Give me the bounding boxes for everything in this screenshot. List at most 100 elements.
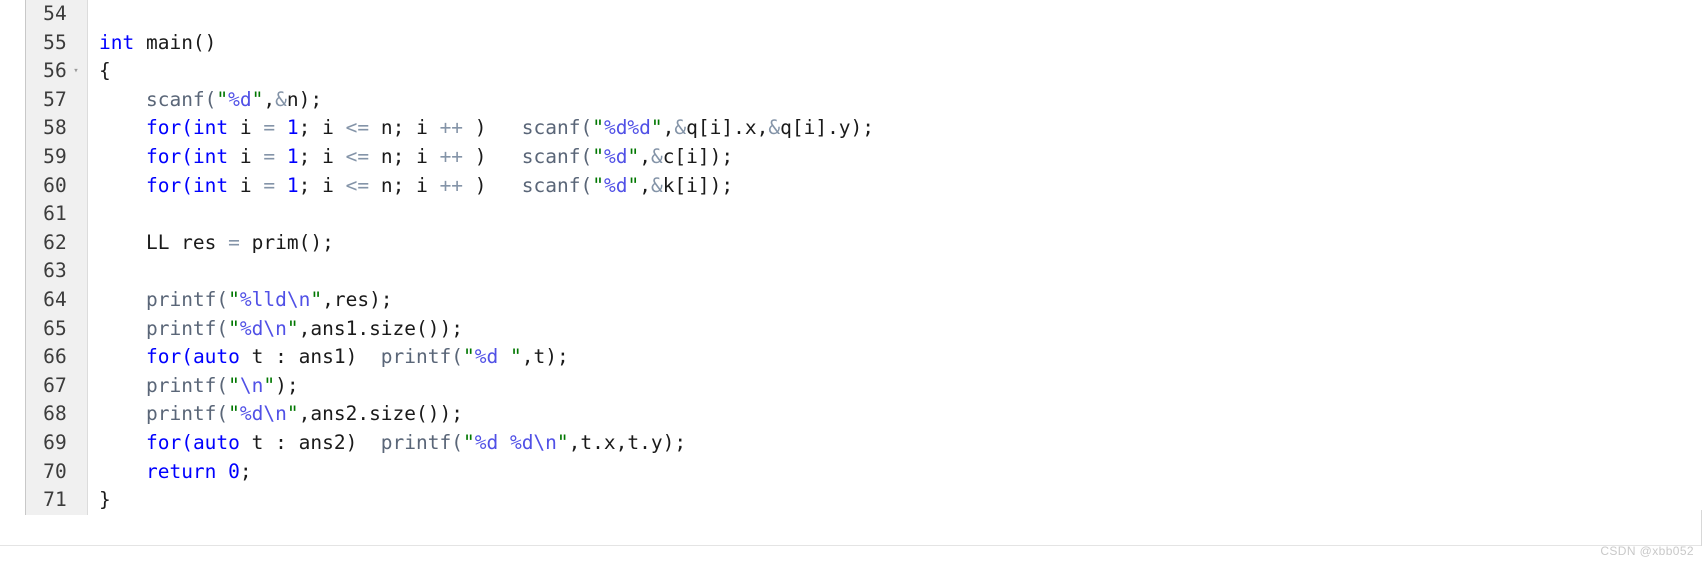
gutter-row[interactable]: 66	[26, 343, 87, 372]
code-token: %d%d	[603, 116, 651, 140]
line-number: 57	[43, 87, 67, 111]
gutter-row[interactable]: 69	[26, 429, 87, 458]
code-line[interactable]: printf("\n");	[99, 372, 1702, 401]
code-token: =	[263, 144, 276, 168]
code-token: );	[275, 373, 299, 397]
code-line[interactable]: int main()	[99, 29, 1702, 58]
code-line[interactable]: for(int i = 1; i <= n; i ++ ) scanf("%d"…	[99, 172, 1702, 201]
gutter-row[interactable]: 61	[26, 200, 87, 229]
code-token: "	[228, 316, 240, 340]
code-token: printf(	[145, 316, 229, 340]
line-number: 68	[43, 402, 67, 426]
line-number: 70	[43, 459, 67, 483]
code-token: for(	[145, 345, 193, 369]
gutter-row[interactable]: 62	[26, 229, 87, 258]
line-number: 69	[43, 430, 67, 454]
code-line[interactable]: for(int i = 1; i <= n; i ++ ) scanf("%d"…	[99, 143, 1702, 172]
code-token: printf(	[145, 373, 229, 397]
code-token: for(	[145, 116, 193, 140]
code-token: "	[228, 287, 240, 311]
code-token: printf(	[380, 345, 463, 369]
gutter-row[interactable]: 70	[26, 458, 87, 487]
fold-collapse-icon[interactable]: ▾	[69, 66, 83, 76]
code-token: q[i].x,	[686, 116, 769, 140]
gutter-row[interactable]: 54	[26, 0, 87, 29]
code-line[interactable]: LL res = prim();	[99, 229, 1702, 258]
code-token: "	[462, 430, 475, 454]
line-number: 56	[43, 59, 67, 83]
code-line[interactable]: printf("%d\n",ans2.size());	[99, 400, 1702, 429]
code-line[interactable]: for(int i = 1; i <= n; i ++ ) scanf("%d%…	[99, 114, 1702, 143]
code-line[interactable]: for(auto t : ans1) printf("%d ",t);	[99, 343, 1702, 372]
code-token: printf(	[380, 430, 463, 454]
gutter-row[interactable]: 63	[26, 257, 87, 286]
code-token: 1	[286, 173, 299, 197]
code-token: n; i	[369, 173, 440, 197]
code-lines-container[interactable]: int main(){ scanf("%d",&n); for(int i = …	[88, 0, 1702, 515]
code-token: %d	[603, 173, 628, 197]
code-token: ++	[439, 116, 464, 140]
line-number: 54	[43, 2, 67, 25]
line-number: 60	[43, 173, 67, 197]
line-number: 64	[43, 287, 67, 311]
line-number: 62	[43, 230, 67, 254]
gutter-row[interactable]: 56 ▾	[26, 57, 87, 86]
code-token: scanf(	[521, 173, 593, 197]
gutter-row[interactable]: 55	[26, 29, 87, 58]
gutter-row[interactable]: 64	[26, 286, 87, 315]
code-token: <=	[345, 116, 370, 140]
gutter-row[interactable]: 68	[26, 400, 87, 429]
gutter-row[interactable]: 67	[26, 372, 87, 401]
line-number: 63	[43, 259, 67, 283]
code-line[interactable]	[99, 257, 1702, 286]
code-token: prim();	[239, 230, 334, 254]
code-token: n; i	[369, 116, 440, 140]
code-token: <=	[345, 144, 370, 168]
code-line[interactable]	[99, 0, 1702, 29]
code-token: "	[509, 345, 522, 369]
gutter-row[interactable]: 71	[26, 486, 87, 515]
code-token: }	[99, 488, 111, 512]
code-token: auto	[192, 430, 240, 454]
code-token: "	[592, 144, 604, 168]
code-token: "	[228, 402, 240, 426]
code-token: "	[251, 87, 264, 111]
code-line[interactable]	[99, 200, 1702, 229]
code-token: &	[650, 144, 663, 168]
code-token: c[i]);	[662, 144, 734, 168]
code-token: %d	[228, 87, 252, 111]
code-line[interactable]: {	[99, 57, 1702, 86]
gutter-row[interactable]: 59	[26, 143, 87, 172]
code-token: for(	[145, 173, 193, 197]
line-number: 58	[43, 116, 67, 140]
code-line[interactable]: }	[99, 486, 1702, 515]
gutter-row[interactable]: 58	[26, 114, 87, 143]
code-token: t : ans1)	[239, 345, 381, 369]
code-token: ,t.x,t.y);	[568, 430, 687, 454]
code-token: printf(	[145, 402, 229, 426]
code-token: scanf(	[521, 144, 593, 168]
code-token: 0	[228, 459, 240, 483]
code-line[interactable]: for(auto t : ans2) printf("%d %d\n",t.x,…	[99, 429, 1702, 458]
code-token: scanf(	[145, 87, 217, 111]
code-token: int	[192, 116, 229, 140]
code-line[interactable]: scanf("%d",&n);	[99, 86, 1702, 115]
code-token: %d\n	[239, 316, 287, 340]
gutter-row[interactable]: 65	[26, 315, 87, 344]
code-token: ++	[439, 173, 464, 197]
code-line[interactable]: return 0;	[99, 458, 1702, 487]
code-token: "	[286, 316, 299, 340]
gutter-row[interactable]: 60	[26, 172, 87, 201]
line-number: 55	[43, 30, 67, 54]
gutter-row[interactable]: 57	[26, 86, 87, 115]
code-token: ; i	[298, 173, 346, 197]
code-line[interactable]: printf("%lld\n",res);	[99, 286, 1702, 315]
code-token: =	[228, 230, 240, 254]
code-line[interactable]: printf("%d\n",ans1.size());	[99, 315, 1702, 344]
